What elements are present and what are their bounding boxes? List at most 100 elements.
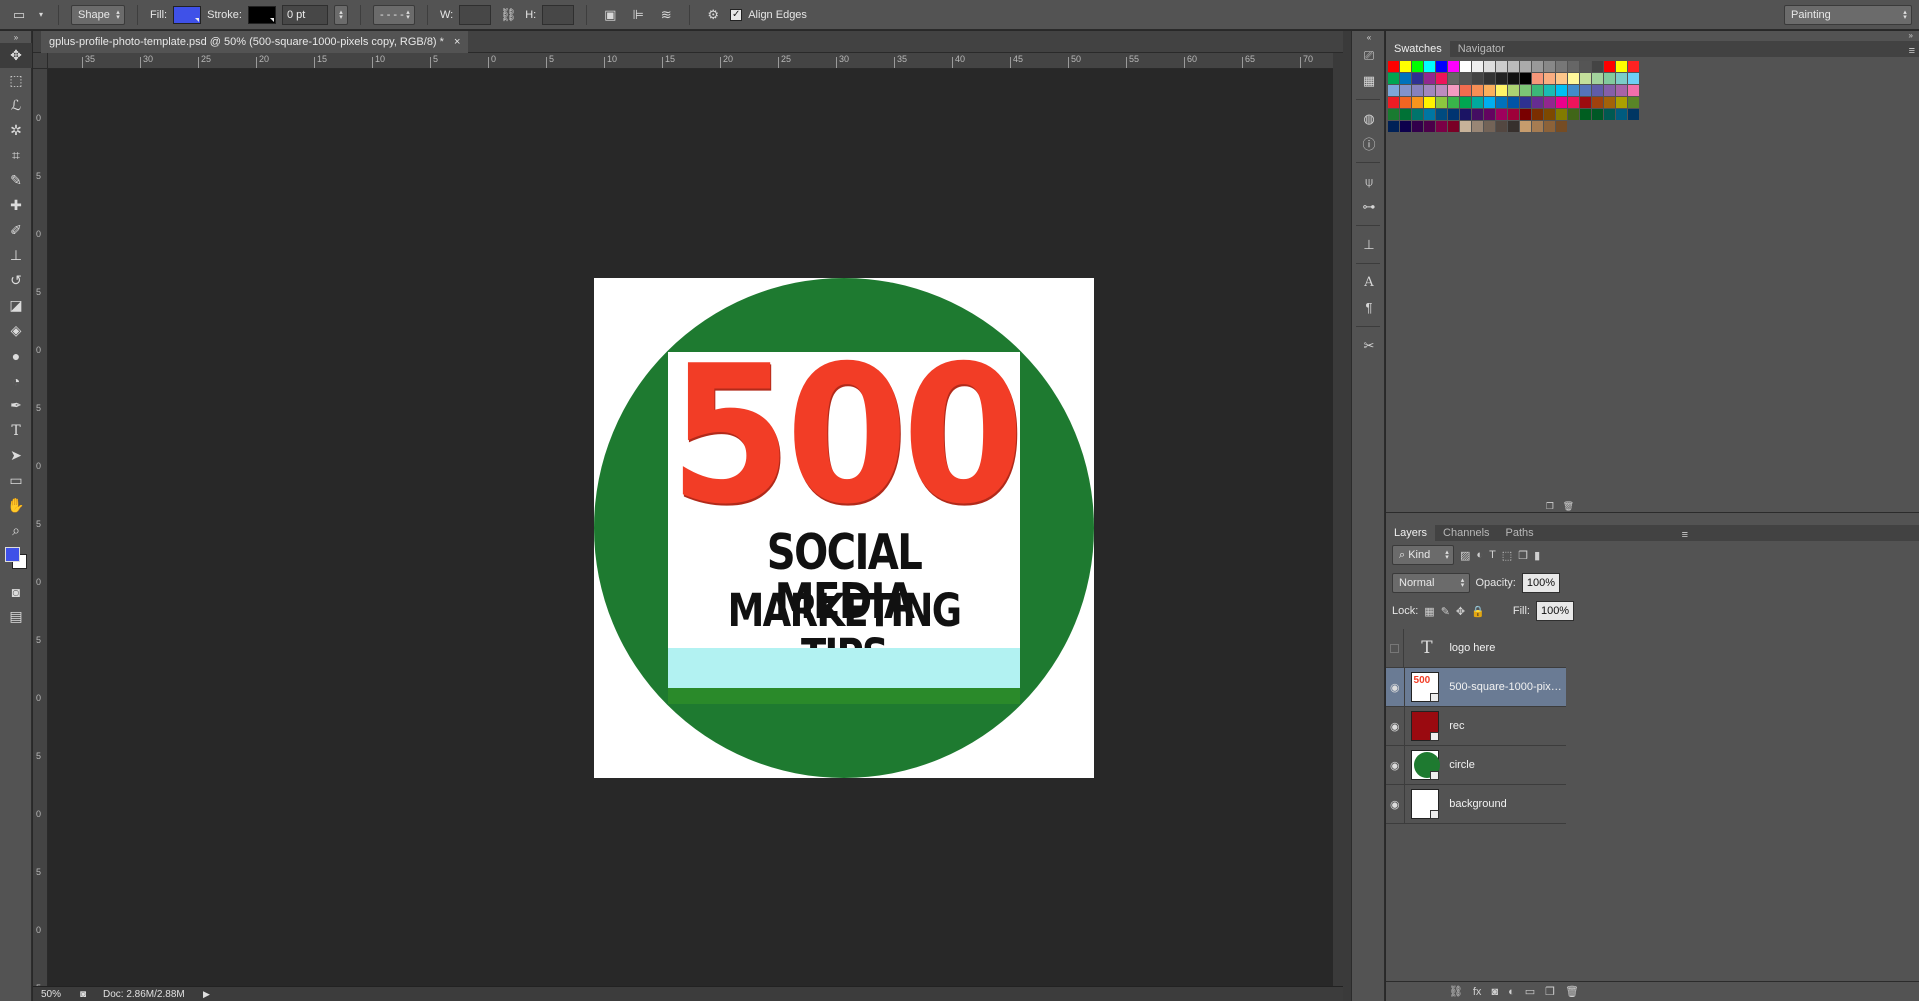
swatch[interactable] — [1436, 61, 1447, 72]
status-preview-icon[interactable]: ◙ — [73, 989, 93, 1000]
document-tab[interactable]: gplus-profile-photo-template.psd @ 50% (… — [41, 31, 469, 53]
document-canvas[interactable]: 500 SOCIAL MEDIA MARKETING TIPS — [594, 278, 1094, 778]
path-arrangement-icon[interactable]: ≋ — [655, 5, 677, 25]
swatch[interactable] — [1520, 97, 1531, 108]
swatch[interactable] — [1484, 109, 1495, 120]
swatch[interactable] — [1532, 97, 1543, 108]
swatch[interactable] — [1592, 85, 1603, 96]
swatch[interactable] — [1484, 61, 1495, 72]
swatch[interactable] — [1472, 73, 1483, 84]
rectangle-tool-icon[interactable]: ▭ — [0, 468, 32, 493]
swatch[interactable] — [1508, 97, 1519, 108]
swatch[interactable] — [1472, 97, 1483, 108]
swatch[interactable] — [1472, 121, 1483, 132]
swatch[interactable] — [1388, 73, 1399, 84]
layers-menu-icon[interactable]: ≡ — [1682, 529, 1688, 541]
brush-tool-icon[interactable]: ✐ — [0, 218, 32, 243]
swatch[interactable] — [1412, 85, 1423, 96]
swatch[interactable] — [1580, 61, 1591, 72]
new-layer-icon[interactable]: ❐ — [1545, 985, 1555, 998]
swatch[interactable] — [1400, 97, 1411, 108]
foreground-color-swatch[interactable] — [5, 547, 20, 562]
swatch[interactable] — [1496, 121, 1507, 132]
layer-visibility-toggle[interactable] — [1386, 628, 1405, 668]
swatch[interactable] — [1460, 97, 1471, 108]
swatch[interactable] — [1508, 121, 1519, 132]
swatch[interactable] — [1532, 61, 1543, 72]
height-field[interactable] — [542, 4, 575, 25]
swatch[interactable] — [1616, 73, 1627, 84]
path-selection-tool-icon[interactable]: ➤ — [0, 443, 32, 468]
swatch[interactable] — [1556, 61, 1567, 72]
layer-500-square[interactable]: ◉ 500 500-square-1000-pixel... — [1386, 667, 1566, 707]
clone-source-icon[interactable]: ⊥ — [1352, 232, 1386, 257]
swatch[interactable] — [1532, 85, 1543, 96]
swatch[interactable] — [1532, 109, 1543, 120]
new-swatch-icon[interactable]: ❐ — [1546, 501, 1554, 512]
layer-background[interactable]: ◉ background — [1386, 784, 1566, 824]
swatch[interactable] — [1400, 73, 1411, 84]
swatch[interactable] — [1556, 97, 1567, 108]
layer-rec[interactable]: ◉ rec — [1386, 706, 1566, 746]
eye-icon[interactable]: ◉ — [1386, 667, 1405, 707]
swatch[interactable] — [1388, 121, 1399, 132]
paint-bucket-tool-icon[interactable]: ◈ — [0, 318, 32, 343]
swatches-menu-icon[interactable]: ≡ — [1909, 45, 1919, 57]
swatch[interactable] — [1412, 121, 1423, 132]
swatch[interactable] — [1436, 73, 1447, 84]
swatch[interactable] — [1616, 61, 1627, 72]
swatch[interactable] — [1520, 109, 1531, 120]
link-layers-icon[interactable]: ⛓ — [1449, 985, 1463, 998]
swatch[interactable] — [1520, 85, 1531, 96]
add-mask-icon[interactable]: ◙ — [1491, 986, 1498, 998]
swatch[interactable] — [1544, 61, 1555, 72]
swatch[interactable] — [1592, 61, 1603, 72]
swatch[interactable] — [1496, 85, 1507, 96]
filter-toggle-icon[interactable]: ▮ — [1534, 549, 1540, 562]
swatch[interactable] — [1508, 85, 1519, 96]
swatch[interactable] — [1496, 73, 1507, 84]
stroke-color-button[interactable] — [247, 5, 276, 24]
swatch[interactable] — [1628, 109, 1639, 120]
magic-wand-tool-icon[interactable]: ✲ — [0, 118, 32, 143]
swatch[interactable] — [1412, 61, 1423, 72]
type-tool-icon[interactable]: T — [0, 418, 32, 443]
swatch[interactable] — [1412, 109, 1423, 120]
swatch[interactable] — [1460, 61, 1471, 72]
swatch[interactable] — [1472, 109, 1483, 120]
actions-panel-icon[interactable]: ◍ — [1352, 106, 1386, 131]
swatch[interactable] — [1424, 73, 1435, 84]
adjustment-layer-icon[interactable]: ◐ — [1508, 986, 1515, 998]
swatch[interactable] — [1484, 97, 1495, 108]
swatch[interactable] — [1604, 61, 1615, 72]
fill-field[interactable]: 100% — [1535, 601, 1575, 621]
swatch[interactable] — [1508, 73, 1519, 84]
swatch[interactable] — [1580, 85, 1591, 96]
swatch[interactable] — [1556, 109, 1567, 120]
swatch[interactable] — [1388, 97, 1399, 108]
marquee-tool-icon[interactable]: ⬚ — [0, 68, 32, 93]
zoom-level[interactable]: 50% — [33, 989, 73, 1000]
stroke-width-field[interactable]: 0 pt — [281, 4, 328, 25]
lock-transparent-icon[interactable]: ▦ — [1424, 605, 1434, 618]
swatch[interactable] — [1436, 121, 1447, 132]
delete-layer-icon[interactable]: 🗑 — [1565, 985, 1579, 998]
rectangle-tool-preset-icon[interactable]: ▭ — [8, 5, 30, 25]
clone-stamp-tool-icon[interactable]: ⊥ — [0, 243, 32, 268]
delete-swatch-icon[interactable]: 🗑 — [1563, 501, 1574, 512]
swatch[interactable] — [1556, 121, 1567, 132]
adjustments-panel-icon[interactable]: ⊶ — [1352, 194, 1386, 219]
path-alignment-icon[interactable]: ⊫ — [627, 5, 649, 25]
swatch[interactable] — [1544, 109, 1555, 120]
blur-tool-icon[interactable]: ● — [0, 343, 32, 368]
swatch[interactable] — [1604, 85, 1615, 96]
color-panel-icon[interactable]: ▦ — [1352, 68, 1386, 93]
layer-logo-here[interactable]: T logo here — [1386, 628, 1566, 668]
swatch[interactable] — [1400, 109, 1411, 120]
swatch[interactable] — [1424, 121, 1435, 132]
swatch[interactable] — [1424, 97, 1435, 108]
swatch[interactable] — [1520, 73, 1531, 84]
swatch[interactable] — [1436, 85, 1447, 96]
swatch[interactable] — [1616, 97, 1627, 108]
swatch[interactable] — [1496, 97, 1507, 108]
